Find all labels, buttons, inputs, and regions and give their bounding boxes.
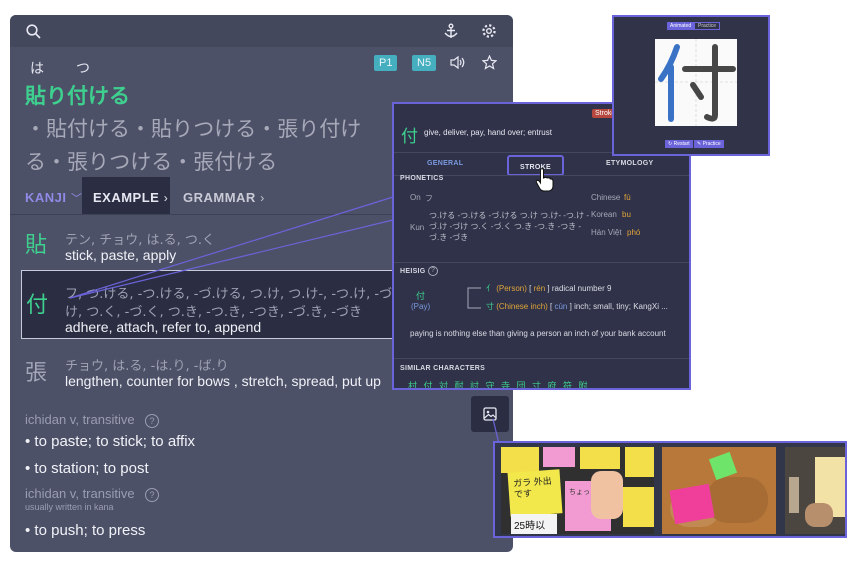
kun-readings: つ.ける -つ.ける -づ.ける つ.け つ.け- -つ.け -づ.け -づけ … [429,211,589,242]
kun-label: Kun [410,223,425,232]
hanviet-value: phó [627,228,641,237]
sticky-note: ガラ 外出です [507,469,563,517]
korean-value: bu [622,210,631,219]
image-gallery: ガラ 外出です ちょっと 25時以 [493,441,847,538]
divider [394,358,689,359]
help-icon[interactable]: ? [428,266,438,276]
mode-animated[interactable]: Animated [667,22,695,30]
hand-cursor-icon [535,168,554,192]
popup-tab-etymology[interactable]: ETYMOLOGY [606,160,653,167]
kanji-glyph-strokes [658,44,736,122]
component-inch[interactable]: 寸 (Chinese inch) [ cùn ] inch; small, ti… [486,301,668,312]
chinese-label: Chinese [591,193,621,202]
component-char: 寸 [486,302,494,311]
heisig-label: HEISIG [400,268,426,275]
note-text: ガラ 外出です [512,475,553,500]
component-text: inch; small, tiny; KangXi ... [574,302,668,311]
photo-cat-note[interactable] [662,447,776,534]
component-reading: cùn [554,302,568,311]
component-reading: rén [533,284,546,293]
on-reading: フ [425,194,433,203]
popup-gloss: give, deliver, pay, hand over; entrust [424,128,552,137]
mode-practice[interactable]: Practice [694,22,721,30]
component-name: (Person) [496,284,527,293]
component-person[interactable]: 亻 (Person) [ rén ] radical number 9 [486,283,611,294]
component-name: (Chinese inch) [496,302,548,311]
stroke-canvas[interactable] [655,39,737,126]
on-label: On [410,193,421,202]
similar-characters[interactable]: 村 付 対 耐 討 守 寺 団 寸 府 符 附 [408,379,590,388]
korean-label: Korean [591,210,617,219]
chinese-value: fù [624,193,631,202]
sticky-note: 25時以 [511,514,557,534]
component-text: radical number 9 [551,284,612,293]
popup-kanji: 付 [401,127,418,146]
component-bracket [467,287,481,309]
phonetics-label: PHONETICS [400,175,444,182]
heisig-story: paying is nothing else than giving a per… [410,329,666,338]
photo-sticky-notes[interactable]: ガラ 外出です ちょっと 25時以 [501,447,654,534]
heisig-keyword: (Pay) [411,302,431,311]
component-char: 亻 [486,284,494,293]
practice-button[interactable]: ✎ Practice [694,140,724,148]
divider [394,262,689,263]
similar-label: SIMILAR CHARACTERS [400,365,486,372]
stroke-order-panel: Animated Practice ↻ Restart ✎ Practice [612,15,770,156]
note-text: 25時以 [514,521,546,532]
photo-desk[interactable] [785,447,845,534]
popup-tab-general[interactable]: GENERAL [427,160,463,167]
heisig-kanji: 付 [416,291,426,301]
restart-button[interactable]: ↻ Restart [665,140,693,148]
hanviet-label: Hán Việt [591,228,622,237]
